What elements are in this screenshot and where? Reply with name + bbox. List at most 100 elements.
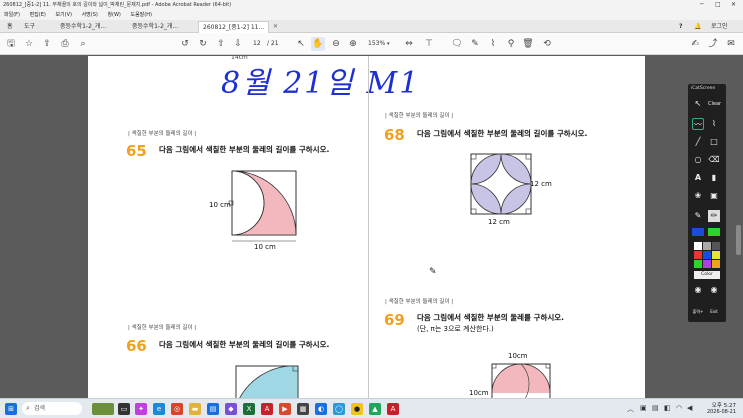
zoom-dropdown-icon[interactable]: ▾: [387, 37, 390, 51]
q66-text: 다음 그림에서 색칠한 부분의 둘레의 길이를 구하시오.: [159, 340, 330, 349]
zoom-level[interactable]: 153%: [368, 37, 385, 51]
copilot-icon[interactable]: ✦: [135, 403, 147, 415]
chrome-icon[interactable]: ◎: [171, 403, 183, 415]
menu-sign[interactable]: 서명(S): [82, 12, 98, 18]
cursor-icon[interactable]: ↖: [294, 37, 308, 51]
trash-icon[interactable]: 🗑: [521, 37, 535, 51]
highlighter-icon[interactable]: ▮: [708, 172, 720, 184]
select-icon[interactable]: ↖: [692, 98, 704, 110]
login-button[interactable]: 로그인: [707, 21, 732, 33]
mail-icon[interactable]: ✉: [724, 37, 738, 51]
start-icon[interactable]: ⊞: [5, 403, 17, 415]
tab-doc-2[interactable]: 중등수학1-2_개...: [128, 21, 182, 33]
acrobat-icon-2[interactable]: A: [387, 403, 399, 415]
tab-doc-3[interactable]: 260812_[중1-2] 11...: [198, 21, 270, 33]
tray-icon-1[interactable]: ▣: [640, 404, 647, 412]
marquee-icon[interactable]: ⊤: [422, 37, 436, 51]
color-button[interactable]: Color: [694, 271, 720, 279]
highlight-icon[interactable]: ⌇: [486, 37, 500, 51]
tab-tools[interactable]: 도구: [20, 21, 39, 33]
pen-tool-icon[interactable]: ✎: [692, 210, 704, 222]
scrollbar-thumb[interactable]: [736, 225, 741, 255]
circle-icon[interactable]: ○: [692, 154, 704, 166]
menu-window[interactable]: 창(W): [107, 12, 120, 18]
curve-icon[interactable]: ⌇: [708, 118, 720, 130]
explorer-icon[interactable]: ▬: [189, 403, 201, 415]
q66-figure: [235, 365, 299, 398]
close-window-button[interactable]: ✕: [731, 0, 736, 10]
fill-icon[interactable]: ▣: [708, 190, 720, 202]
menu-edit[interactable]: 편집(E): [30, 12, 46, 18]
app-icon-3[interactable]: ▦: [297, 403, 309, 415]
app-icon-5[interactable]: ◯: [333, 403, 345, 415]
color-palette[interactable]: [694, 242, 720, 268]
search-box[interactable]: 검색: [22, 402, 82, 415]
size-icon[interactable]: ◉: [708, 284, 720, 296]
comment-icon[interactable]: 🗨: [450, 37, 464, 51]
save-icon[interactable]: 🖫: [4, 37, 18, 51]
page-up-icon[interactable]: ⇧: [214, 37, 228, 51]
app-icon-1[interactable]: ◆: [225, 403, 237, 415]
upload-icon[interactable]: ⇪: [40, 37, 54, 51]
pen-icon[interactable]: ✎: [468, 37, 482, 51]
page-number-input[interactable]: 12: [253, 37, 261, 51]
marker-tool-icon[interactable]: ✏: [708, 210, 720, 222]
maximize-button[interactable]: □: [715, 0, 721, 10]
widget-icon[interactable]: [92, 403, 114, 415]
minimize-button[interactable]: ─: [700, 0, 704, 10]
annotation-widget[interactable]: iCatScreen ↖ Clear 〰 ⌇ ╱ □ ○ ⌫ A ▮ ❀ ▣ ✎…: [688, 84, 726, 322]
app-icon-2[interactable]: ▶: [279, 403, 291, 415]
bell-icon[interactable]: 🔔: [690, 21, 705, 33]
toolbar: 🖫 ☆ ⇪ ⎙ ⌕ ↺ ↻ ⇧ ⇩ 12 / 21 ↖ ✋ ⊖ ⊕ 153% ▾…: [0, 33, 743, 55]
fit-page-icon[interactable]: ⇔: [402, 37, 416, 51]
page-down-icon[interactable]: ⇩: [231, 37, 245, 51]
search-icon[interactable]: ⌕: [76, 37, 90, 51]
acrobat-icon[interactable]: A: [261, 403, 273, 415]
task-view-icon[interactable]: ▭: [118, 403, 130, 415]
green-swatch[interactable]: [708, 228, 720, 236]
clock-date[interactable]: 2026-08-21: [700, 409, 736, 415]
share-icon[interactable]: ⤴: [706, 37, 720, 51]
extra-button[interactable]: 출력+: [692, 306, 704, 318]
exit-button[interactable]: Exit: [708, 306, 720, 318]
blue-swatch[interactable]: [692, 228, 704, 236]
rotate-left-icon[interactable]: ↺: [178, 37, 192, 51]
menu-view[interactable]: 보기(V): [55, 12, 72, 18]
more-icon[interactable]: ⟲: [540, 37, 554, 51]
tray-icon-2[interactable]: ▤: [652, 404, 659, 412]
stamp-tool-icon[interactable]: ❀: [692, 190, 704, 202]
hand-tool-icon[interactable]: ✋: [311, 37, 325, 51]
close-tab-icon[interactable]: ✕: [269, 21, 282, 33]
print-icon[interactable]: ⎙: [58, 37, 72, 51]
star-icon[interactable]: ☆: [22, 37, 36, 51]
zoom-out-icon[interactable]: ⊖: [329, 37, 343, 51]
edge-icon[interactable]: e: [153, 403, 165, 415]
tab-doc-1[interactable]: 중등수학1-2_개...: [56, 21, 110, 33]
app-icon-4[interactable]: ◐: [315, 403, 327, 415]
store-icon[interactable]: ▤: [207, 403, 219, 415]
excel-icon[interactable]: X: [243, 403, 255, 415]
menu-help[interactable]: 도움말(H): [130, 12, 151, 18]
line-icon[interactable]: ╱: [692, 136, 704, 148]
document-page[interactable]: 8월 21일 M1 14cm | 색칠한 부분의 둘레의 길이 | 65 다음 …: [88, 56, 645, 398]
wifi-icon[interactable]: ◠: [676, 404, 682, 412]
clear-button[interactable]: Clear: [708, 98, 721, 110]
app-icon-6[interactable]: ▲: [369, 403, 381, 415]
menu-file[interactable]: 파일(F): [4, 12, 20, 18]
edit-sign-icon[interactable]: ✍: [688, 37, 702, 51]
rotate-right-icon[interactable]: ↻: [196, 37, 210, 51]
help-icon[interactable]: ?: [675, 21, 686, 33]
zoom-in-icon[interactable]: ⊕: [346, 37, 360, 51]
volume-icon[interactable]: ◀: [687, 404, 692, 412]
freehand-icon[interactable]: 〰: [692, 118, 704, 130]
eraser-icon[interactable]: ⌫: [708, 154, 720, 166]
tray-chevron-icon[interactable]: ︿: [627, 404, 634, 414]
tray-icon-3[interactable]: ◧: [664, 404, 671, 412]
clock-time[interactable]: 오후 5:27: [700, 401, 736, 409]
kakaotalk-icon[interactable]: ●: [351, 403, 363, 415]
tab-home[interactable]: 홈: [3, 21, 17, 33]
stamp-icon[interactable]: ⚲: [504, 37, 518, 51]
rectangle-icon[interactable]: □: [708, 136, 720, 148]
opacity-icon[interactable]: ◉: [692, 284, 704, 296]
text-icon[interactable]: A: [692, 172, 704, 184]
